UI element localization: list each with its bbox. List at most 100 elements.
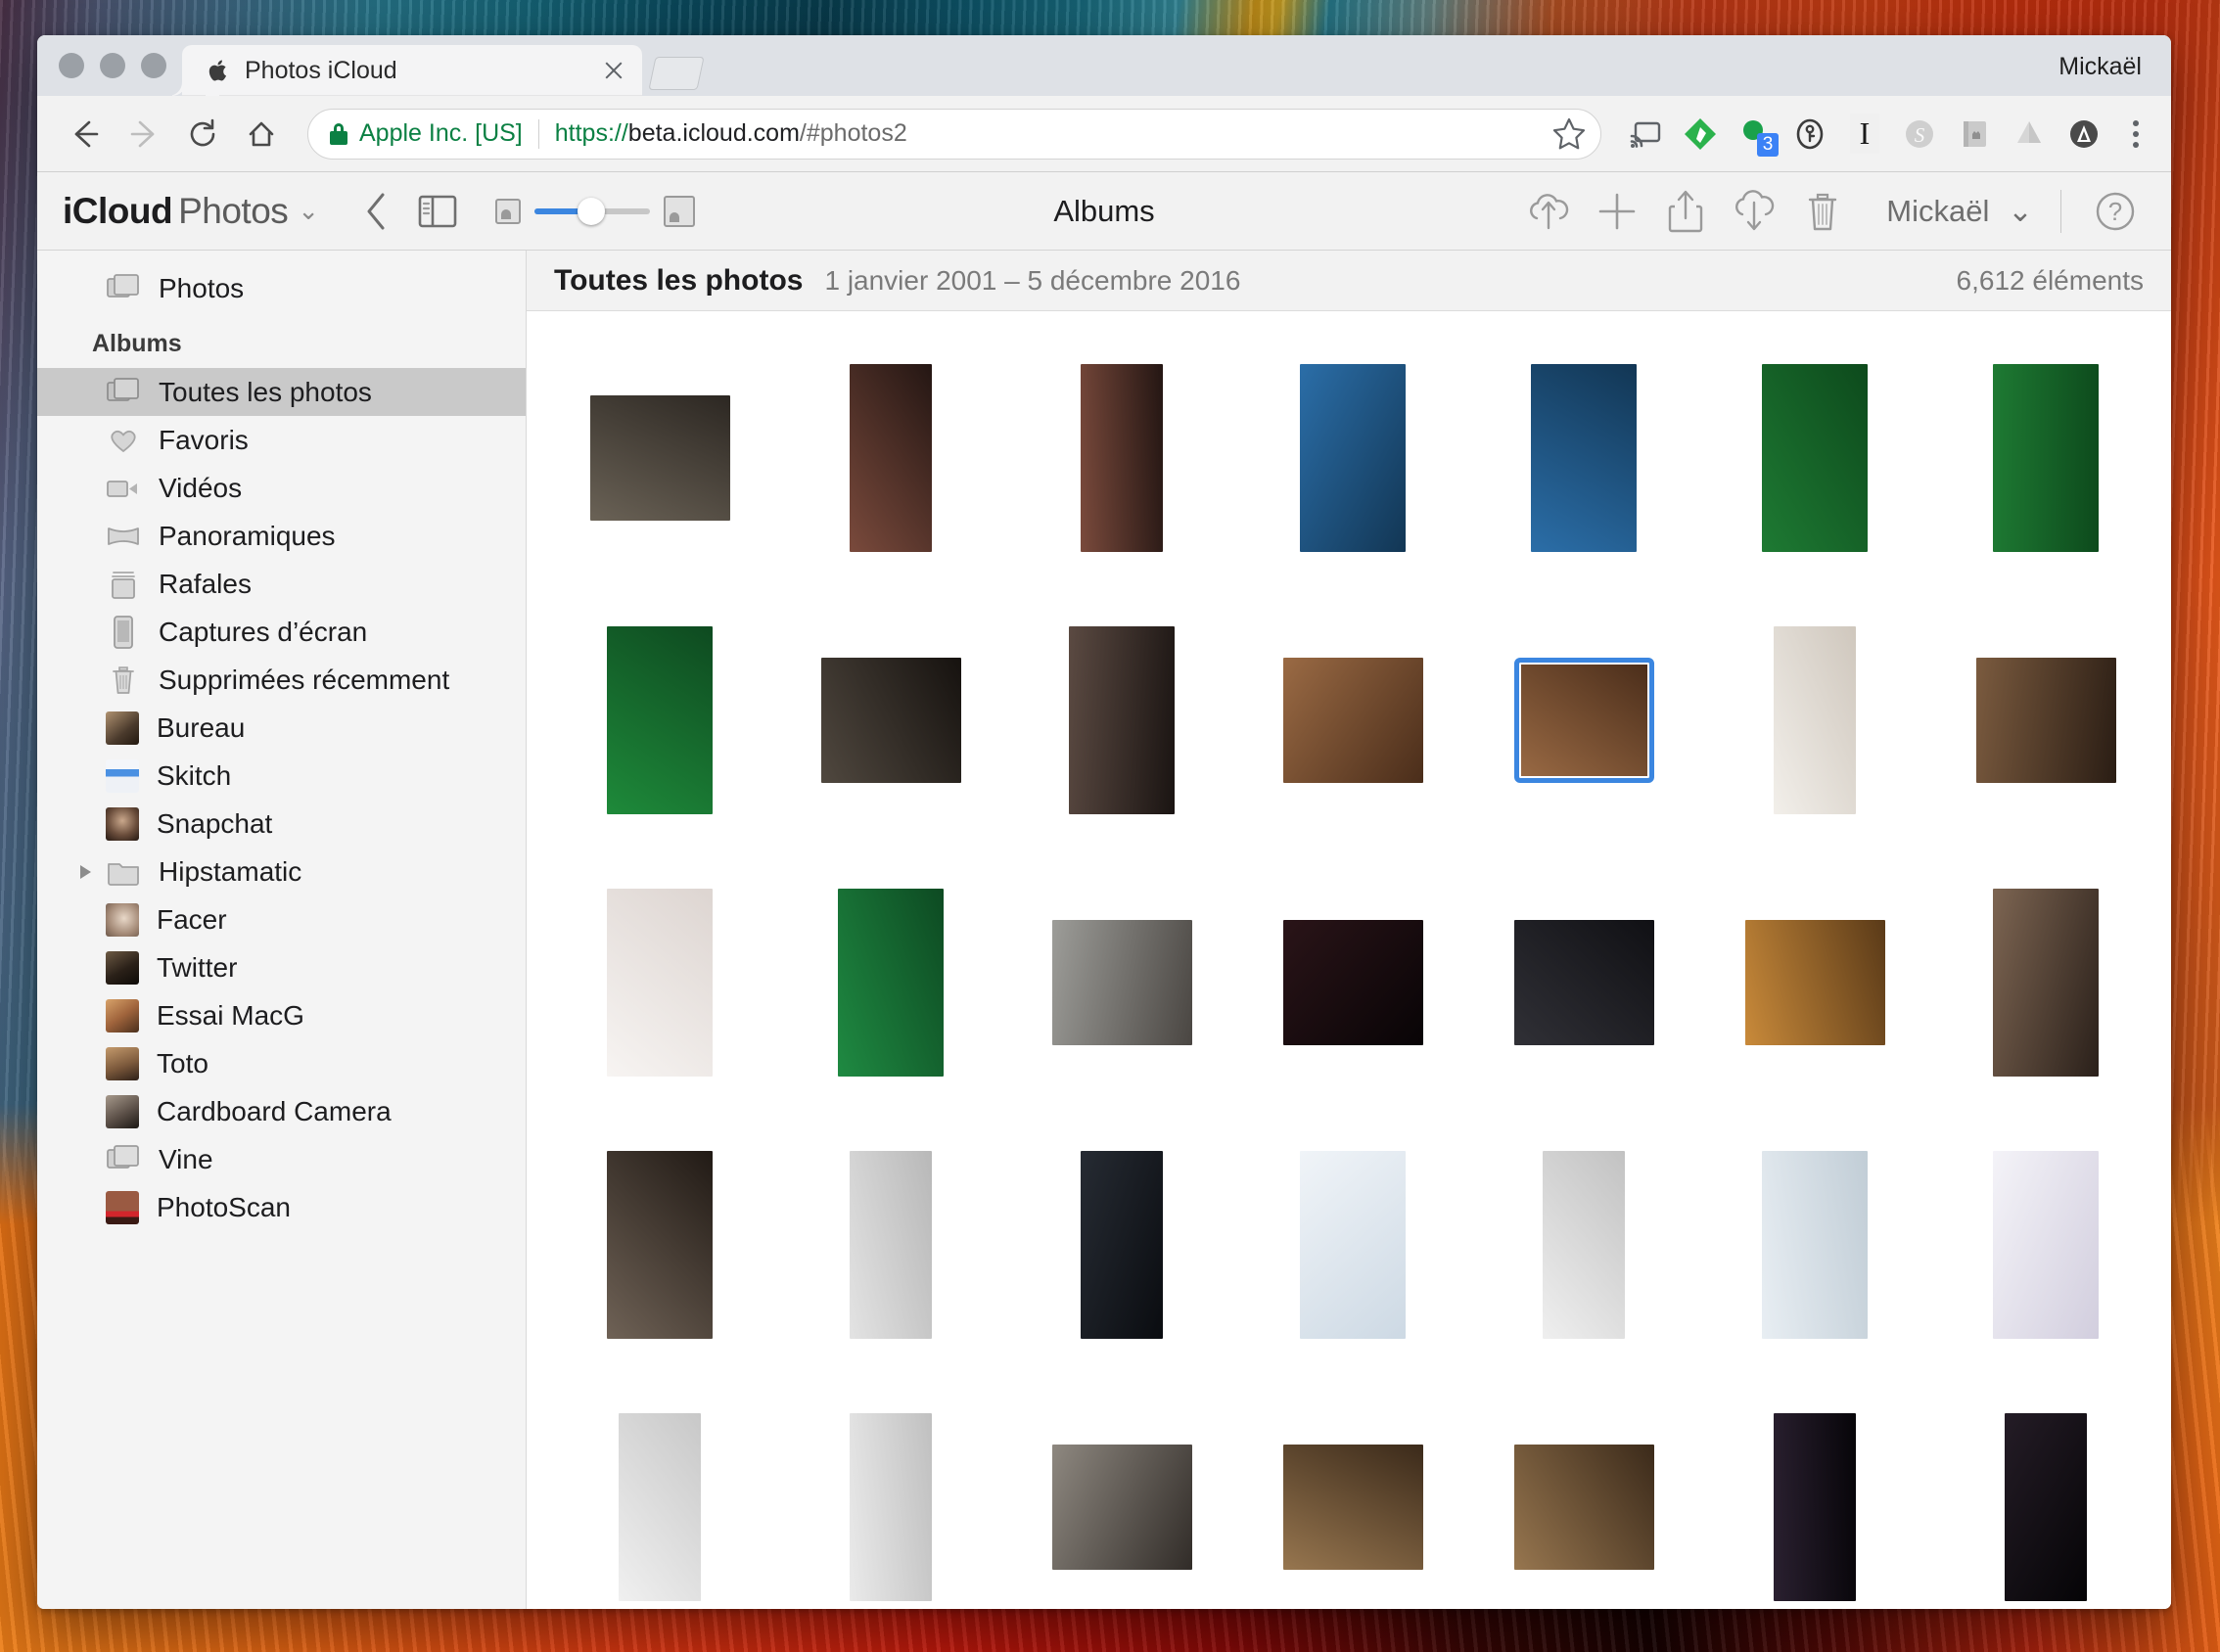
sidebar-toggle-icon[interactable] — [407, 181, 468, 242]
photo-thumbnail[interactable] — [1744, 920, 1885, 1045]
close-tab-button[interactable] — [599, 56, 628, 85]
photo-thumbnail[interactable] — [1069, 626, 1175, 814]
photo-thumbnail[interactable] — [1300, 1151, 1406, 1339]
photo-thumbnail[interactable] — [1081, 1151, 1163, 1339]
photo-thumbnail[interactable] — [607, 1151, 713, 1339]
sidebar-item-captures-ecran[interactable]: Captures d’écran — [37, 608, 526, 656]
sidebar-item-toutes-les-photos[interactable]: Toutes les photos — [37, 368, 526, 416]
sidebar-item-favoris[interactable]: Favoris — [37, 416, 526, 464]
photo-thumbnail[interactable] — [1774, 1413, 1856, 1601]
sidebar-item-facer[interactable]: Facer — [37, 895, 526, 943]
thumbnail-size-slider[interactable] — [534, 197, 651, 225]
feedly-icon[interactable] — [1676, 110, 1725, 159]
sidebar-item-photos[interactable]: Photos — [37, 264, 526, 312]
cast-icon[interactable] — [1621, 110, 1670, 159]
large-thumbnail-icon[interactable] — [664, 195, 696, 227]
photo-thumbnail[interactable] — [820, 658, 961, 783]
plus-icon[interactable] — [1587, 181, 1647, 242]
photo-thumbnail[interactable] — [1762, 1151, 1868, 1339]
photo-thumbnail[interactable] — [589, 395, 730, 521]
sidebar-item-bureau[interactable]: Bureau — [37, 704, 526, 752]
download-icon[interactable] — [1724, 181, 1784, 242]
reload-icon[interactable] — [176, 108, 229, 161]
chrome-menu-button[interactable] — [2114, 110, 2157, 159]
close-window-button[interactable] — [59, 53, 84, 78]
sidebar-item-photoscan[interactable]: PhotoScan — [37, 1183, 526, 1231]
sidebar-item-videos[interactable]: Vidéos — [37, 464, 526, 512]
photo-thumbnail[interactable] — [850, 1151, 932, 1339]
photo-thumbnail[interactable] — [1543, 1151, 1625, 1339]
photo-grid[interactable] — [527, 311, 2171, 1609]
maximize-window-button[interactable] — [141, 53, 166, 78]
photo-thumbnail[interactable] — [1051, 1445, 1192, 1570]
sidebar-item-skitch[interactable]: Skitch — [37, 752, 526, 800]
sidebar-item-twitter[interactable]: Twitter — [37, 943, 526, 991]
photo-thumbnail[interactable] — [1081, 364, 1163, 552]
home-icon[interactable] — [235, 108, 288, 161]
camel-notebook-icon[interactable] — [1950, 110, 1999, 159]
sidebar-item-rafales[interactable]: Rafales — [37, 560, 526, 608]
forward-arrow-icon[interactable] — [117, 108, 170, 161]
photo-thumbnail[interactable] — [850, 1413, 932, 1601]
evernote-icon[interactable]: 3 — [1731, 110, 1780, 159]
icloud-brand[interactable]: iCloud Photos — [63, 191, 289, 232]
photo-thumbnail[interactable] — [1513, 1445, 1654, 1570]
photo-thumbnail[interactable] — [1282, 1445, 1423, 1570]
small-thumbnail-icon[interactable] — [495, 198, 522, 224]
sidebar-item-hipstamatic[interactable]: Hipstamatic — [37, 848, 526, 895]
browser-tab[interactable]: Photos iCloud — [182, 45, 642, 96]
sidebar-item-snapchat[interactable]: Snapchat — [37, 800, 526, 848]
photo-thumbnail[interactable] — [1513, 920, 1654, 1045]
photo-thumbnail[interactable] — [1762, 364, 1868, 552]
photo-thumbnail[interactable] — [607, 626, 713, 814]
account-menu[interactable]: Mickaël ⌄ — [1886, 194, 2033, 229]
photo-thumbnail[interactable] — [1051, 920, 1192, 1045]
chevron-down-icon: ⌄ — [2008, 193, 2033, 228]
sidebar-item-supprimees-recemment[interactable]: Supprimées récemment — [37, 656, 526, 704]
sidebar-item-panoramiques[interactable]: Panoramiques — [37, 512, 526, 560]
onepassword-icon[interactable] — [1785, 110, 1834, 159]
chrome-profile-name[interactable]: Mickaël — [2058, 53, 2142, 81]
new-tab-button[interactable] — [648, 57, 705, 90]
disclosure-triangle-icon[interactable] — [80, 864, 91, 879]
address-bar[interactable]: Apple Inc. [US] https://beta.icloud.com/… — [307, 108, 1601, 160]
photo-thumbnail[interactable] — [1531, 364, 1637, 552]
photo-thumbnail[interactable] — [619, 1413, 701, 1601]
upload-icon[interactable] — [1518, 181, 1579, 242]
thumbnail-size-slider-group[interactable] — [495, 195, 696, 227]
svg-text:S: S — [1915, 123, 1925, 147]
minimize-window-button[interactable] — [100, 53, 125, 78]
photo-thumbnail[interactable] — [1993, 364, 2099, 552]
photos-stack-icon — [106, 271, 141, 306]
photo-thumbnail[interactable] — [1993, 889, 2099, 1077]
google-drive-icon[interactable] — [2005, 110, 2054, 159]
chevron-down-icon[interactable]: ⌄ — [298, 196, 319, 226]
bookmark-star-icon[interactable] — [1549, 115, 1589, 154]
photo-thumbnail[interactable] — [1975, 658, 2116, 783]
help-icon[interactable]: ? — [2085, 181, 2146, 242]
photo-thumbnail[interactable] — [1993, 1151, 2099, 1339]
photo-thumbnail[interactable] — [1300, 364, 1406, 552]
adblock-icon[interactable] — [2059, 110, 2108, 159]
photo-thumbnail[interactable] — [1774, 626, 1856, 814]
photo-thumbnail[interactable] — [838, 889, 944, 1077]
sidebar-item-cardboard-camera[interactable]: Cardboard Camera — [37, 1087, 526, 1135]
photo-thumbnail[interactable] — [1282, 920, 1423, 1045]
sidebar-item-essai-macg[interactable]: Essai MacG — [37, 991, 526, 1039]
sidebar-item-vine[interactable]: Vine — [37, 1135, 526, 1183]
back-button[interactable] — [347, 181, 407, 242]
slider-knob[interactable] — [578, 197, 606, 225]
photo-thumbnail[interactable] — [850, 364, 932, 552]
photo-thumbnail[interactable] — [1282, 658, 1423, 783]
window-controls[interactable] — [37, 53, 182, 96]
photo-thumbnail-selected[interactable] — [1513, 658, 1654, 783]
instapaper-icon[interactable]: I — [1840, 110, 1889, 159]
trash-icon[interactable] — [1792, 181, 1853, 242]
share-icon[interactable] — [1655, 181, 1716, 242]
photo-cell — [1006, 626, 1237, 814]
back-arrow-icon[interactable] — [59, 108, 112, 161]
skype-icon[interactable]: S — [1895, 110, 1944, 159]
sidebar-item-toto[interactable]: Toto — [37, 1039, 526, 1087]
photo-thumbnail[interactable] — [607, 889, 713, 1077]
photo-thumbnail[interactable] — [2005, 1413, 2087, 1601]
